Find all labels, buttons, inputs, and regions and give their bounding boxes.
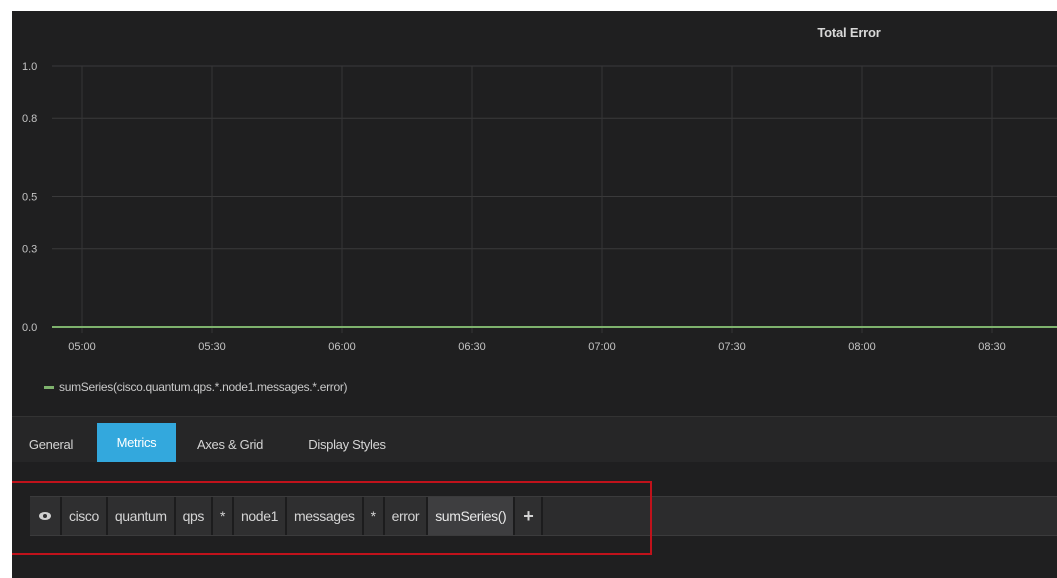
x-tick-label: 06:30 [458, 341, 486, 353]
graph-panel: Total Error 1.0 0.8 0.5 0.3 0.0 05:00 05:30 06:… [12, 11, 1057, 415]
x-tick-label: 06:00 [328, 341, 356, 353]
highlight-box [12, 481, 652, 555]
y-tick-label: 0.3 [22, 244, 37, 256]
x-tick-label: 05:30 [198, 341, 226, 353]
tab-display-styles[interactable]: Display Styles [291, 427, 403, 463]
y-tick-label: 0.5 [22, 192, 37, 204]
legend-swatch [44, 385, 54, 389]
x-tick-label: 08:30 [978, 341, 1006, 353]
tab-metrics[interactable]: Metrics [97, 423, 176, 463]
y-tick-label: 0.0 [22, 322, 37, 334]
legend[interactable]: sumSeries(cisco.quantum.qps.*.node1.mess… [44, 380, 348, 394]
series-point [341, 326, 343, 328]
series-point [991, 326, 993, 328]
x-tick-label: 07:00 [588, 341, 616, 353]
x-tick-label: 07:30 [718, 341, 746, 353]
graph-editor: Total Error 1.0 0.8 0.5 0.3 0.0 05:00 05:30 06:… [12, 11, 1057, 578]
line-chart: 1.0 0.8 0.5 0.3 0.0 05:00 05:30 06:00 06:30 07:00… [22, 61, 1057, 353]
series-point [731, 326, 733, 328]
series-point [211, 326, 213, 328]
tab-general[interactable]: General [22, 427, 80, 463]
series-point [861, 326, 863, 328]
tab-bar: General Metrics Axes & Grid Display Styl… [12, 416, 1057, 463]
series-point [471, 326, 473, 328]
tab-axes-grid[interactable]: Axes & Grid [185, 427, 275, 463]
metrics-editor: cisco quantum qps * node1 messages * err… [12, 462, 1057, 578]
x-tick-label: 05:00 [68, 341, 96, 353]
legend-label[interactable]: sumSeries(cisco.quantum.qps.*.node1.mess… [59, 380, 348, 394]
series-point [601, 326, 603, 328]
x-tick-label: 08:00 [848, 341, 876, 353]
y-tick-label: 0.8 [22, 113, 37, 125]
y-tick-label: 1.0 [22, 61, 37, 73]
series-point [81, 326, 83, 328]
